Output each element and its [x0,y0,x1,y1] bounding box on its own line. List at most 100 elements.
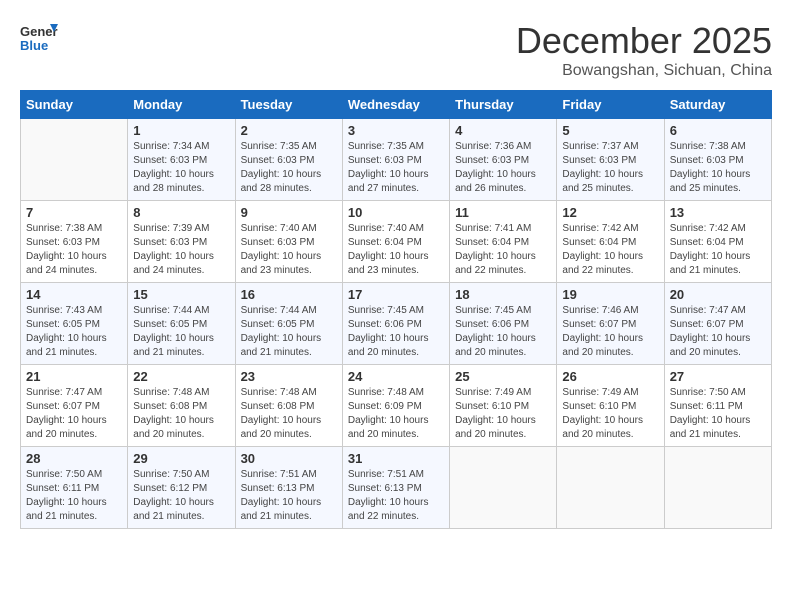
column-header-friday: Friday [557,91,664,119]
day-number: 12 [562,205,658,220]
day-number: 30 [241,451,337,466]
calendar-cell: 30 Sunrise: 7:51 AMSunset: 6:13 PMDayligh… [235,447,342,529]
month-title: December 2025 [516,20,772,62]
day-number: 28 [26,451,122,466]
day-info: Sunrise: 7:48 AMSunset: 6:08 PMDaylight:… [133,386,229,442]
day-info: Sunrise: 7:40 AMSunset: 6:04 PMDaylight:… [348,222,444,278]
day-number: 17 [348,287,444,302]
day-number: 24 [348,369,444,384]
calendar-cell: 5 Sunrise: 7:37 AMSunset: 6:03 PMDaylight… [557,119,664,201]
day-number: 20 [670,287,766,302]
day-info: Sunrise: 7:34 AMSunset: 6:03 PMDaylight:… [133,140,229,196]
day-info: Sunrise: 7:37 AMSunset: 6:03 PMDaylight:… [562,140,658,196]
calendar-cell: 9 Sunrise: 7:40 AMSunset: 6:03 PMDaylight… [235,201,342,283]
calendar-cell: 10 Sunrise: 7:40 AMSunset: 6:04 PMDayligh… [342,201,449,283]
calendar-cell: 12Sunrise: 7:42 AMSunset: 6:04 PMDayligh… [557,201,664,283]
day-info: Sunrise: 7:50 AMSunset: 6:11 PMDaylight:… [670,386,766,442]
day-number: 3 [348,123,444,138]
day-info: Sunrise: 7:45 AMSunset: 6:06 PMDaylight:… [348,304,444,360]
column-header-saturday: Saturday [664,91,771,119]
day-info: Sunrise: 7:45 AMSunset: 6:06 PMDaylight:… [455,304,551,360]
day-number: 14 [26,287,122,302]
day-info: Sunrise: 7:42 AMSunset: 6:04 PMDaylight:… [670,222,766,278]
day-info: Sunrise: 7:50 AMSunset: 6:11 PMDaylight:… [26,468,122,524]
calendar-week-row: 21Sunrise: 7:47 AMSunset: 6:07 PMDayligh… [21,365,772,447]
column-header-sunday: Sunday [21,91,128,119]
svg-text:Blue: Blue [20,38,48,53]
day-info: Sunrise: 7:51 AMSunset: 6:13 PMDaylight:… [241,468,337,524]
day-number: 6 [670,123,766,138]
calendar-week-row: 7Sunrise: 7:38 AMSunset: 6:03 PMDaylight… [21,201,772,283]
day-info: Sunrise: 7:49 AMSunset: 6:10 PMDaylight:… [455,386,551,442]
day-number: 2 [241,123,337,138]
calendar-header-row: SundayMondayTuesdayWednesdayThursdayFrid… [21,91,772,119]
logo: General Blue [20,20,58,58]
calendar-cell [21,119,128,201]
column-header-wednesday: Wednesday [342,91,449,119]
calendar-cell: 27 Sunrise: 7:50 AMSunset: 6:11 PMDayligh… [664,365,771,447]
day-number: 5 [562,123,658,138]
day-number: 15 [133,287,229,302]
calendar-cell: 6 Sunrise: 7:38 AMSunset: 6:03 PMDaylight… [664,119,771,201]
calendar-week-row: 1 Sunrise: 7:34 AMSunset: 6:03 PMDaylight… [21,119,772,201]
day-info: Sunrise: 7:48 AMSunset: 6:09 PMDaylight:… [348,386,444,442]
column-header-thursday: Thursday [450,91,557,119]
day-number: 19 [562,287,658,302]
calendar-cell: 23 Sunrise: 7:48 AMSunset: 6:08 PMDayligh… [235,365,342,447]
day-info: Sunrise: 7:35 AMSunset: 6:03 PMDaylight:… [241,140,337,196]
calendar-cell: 29 Sunrise: 7:50 AMSunset: 6:12 PMDayligh… [128,447,235,529]
day-info: Sunrise: 7:43 AMSunset: 6:05 PMDaylight:… [26,304,122,360]
day-info: Sunrise: 7:39 AMSunset: 6:03 PMDaylight:… [133,222,229,278]
column-header-tuesday: Tuesday [235,91,342,119]
day-number: 1 [133,123,229,138]
calendar-week-row: 28 Sunrise: 7:50 AMSunset: 6:11 PMDayligh… [21,447,772,529]
day-info: Sunrise: 7:40 AMSunset: 6:03 PMDaylight:… [241,222,337,278]
location-subtitle: Bowangshan, Sichuan, China [516,62,772,80]
day-info: Sunrise: 7:48 AMSunset: 6:08 PMDaylight:… [241,386,337,442]
day-info: Sunrise: 7:47 AMSunset: 6:07 PMDaylight:… [670,304,766,360]
calendar-cell: 22 Sunrise: 7:48 AMSunset: 6:08 PMDayligh… [128,365,235,447]
day-number: 13 [670,205,766,220]
day-number: 11 [455,205,551,220]
day-info: Sunrise: 7:38 AMSunset: 6:03 PMDaylight:… [26,222,122,278]
calendar-cell: 11Sunrise: 7:41 AMSunset: 6:04 PMDayligh… [450,201,557,283]
day-number: 26 [562,369,658,384]
day-number: 9 [241,205,337,220]
day-number: 16 [241,287,337,302]
day-number: 25 [455,369,551,384]
calendar-cell: 3Sunrise: 7:35 AMSunset: 6:03 PMDaylight… [342,119,449,201]
calendar-cell: 17 Sunrise: 7:45 AMSunset: 6:06 PMDayligh… [342,283,449,365]
day-info: Sunrise: 7:44 AMSunset: 6:05 PMDaylight:… [133,304,229,360]
calendar-table: SundayMondayTuesdayWednesdayThursdayFrid… [20,90,772,529]
day-number: 29 [133,451,229,466]
day-number: 8 [133,205,229,220]
calendar-cell: 15 Sunrise: 7:44 AMSunset: 6:05 PMDayligh… [128,283,235,365]
calendar-cell: 8 Sunrise: 7:39 AMSunset: 6:03 PMDaylight… [128,201,235,283]
calendar-cell: 25 Sunrise: 7:49 AMSunset: 6:10 PMDayligh… [450,365,557,447]
day-info: Sunrise: 7:46 AMSunset: 6:07 PMDaylight:… [562,304,658,360]
day-number: 23 [241,369,337,384]
calendar-cell: 14 Sunrise: 7:43 AMSunset: 6:05 PMDayligh… [21,283,128,365]
calendar-cell: 7Sunrise: 7:38 AMSunset: 6:03 PMDaylight… [21,201,128,283]
calendar-cell: 20 Sunrise: 7:47 AMSunset: 6:07 PMDayligh… [664,283,771,365]
day-info: Sunrise: 7:49 AMSunset: 6:10 PMDaylight:… [562,386,658,442]
calendar-cell: 1 Sunrise: 7:34 AMSunset: 6:03 PMDaylight… [128,119,235,201]
calendar-cell: 19 Sunrise: 7:46 AMSunset: 6:07 PMDayligh… [557,283,664,365]
calendar-cell: 21Sunrise: 7:47 AMSunset: 6:07 PMDayligh… [21,365,128,447]
day-info: Sunrise: 7:44 AMSunset: 6:05 PMDaylight:… [241,304,337,360]
calendar-cell [557,447,664,529]
column-header-monday: Monday [128,91,235,119]
calendar-cell: 31Sunrise: 7:51 AMSunset: 6:13 PMDayligh… [342,447,449,529]
page-header: General Blue December 2025 Bowangshan, S… [20,20,772,80]
day-number: 10 [348,205,444,220]
day-number: 21 [26,369,122,384]
day-info: Sunrise: 7:38 AMSunset: 6:03 PMDaylight:… [670,140,766,196]
day-number: 22 [133,369,229,384]
day-info: Sunrise: 7:50 AMSunset: 6:12 PMDaylight:… [133,468,229,524]
calendar-cell [664,447,771,529]
day-number: 27 [670,369,766,384]
logo-svg: General Blue [20,20,58,58]
calendar-cell: 16 Sunrise: 7:44 AMSunset: 6:05 PMDayligh… [235,283,342,365]
day-number: 4 [455,123,551,138]
calendar-cell: 26 Sunrise: 7:49 AMSunset: 6:10 PMDayligh… [557,365,664,447]
